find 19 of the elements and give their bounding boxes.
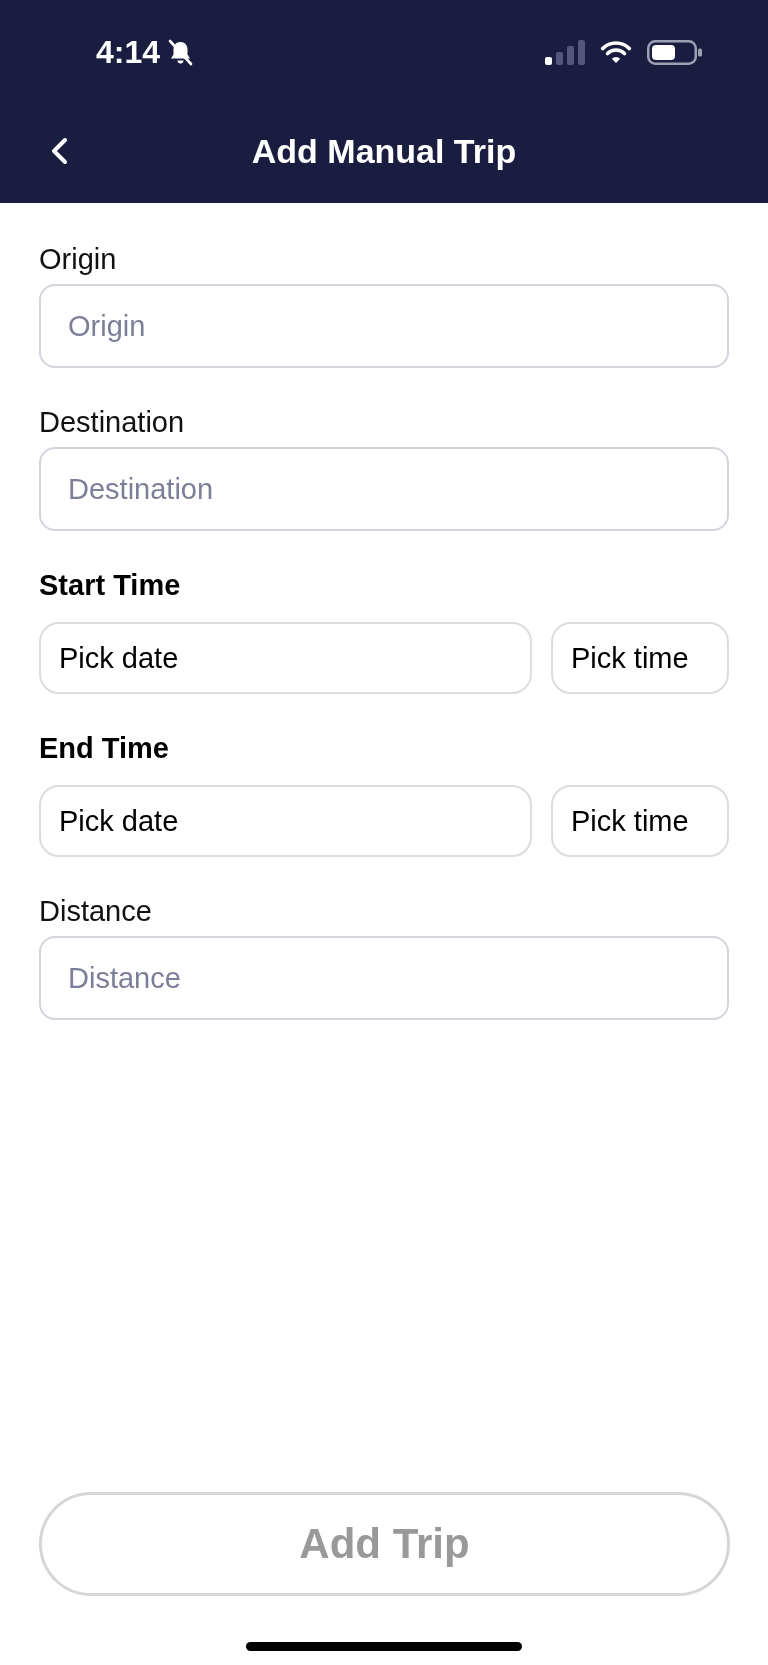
time-picker[interactable]: Pick time (551, 622, 729, 694)
input-field[interactable]: Destination (39, 447, 729, 531)
back-icon[interactable] (49, 137, 69, 165)
date-picker[interactable]: Pick date (39, 622, 532, 694)
status-time: 4:14 (96, 34, 161, 70)
date-picker[interactable]: Pick date (39, 785, 532, 857)
wifi-icon (599, 40, 633, 64)
battery-icon (647, 39, 702, 65)
field-label: Destination (39, 405, 185, 439)
field-label: Start Time (39, 568, 181, 602)
screen-title: Add Manual Trip (251, 131, 517, 171)
input-field[interactable]: Distance (39, 936, 729, 1020)
input-field[interactable]: Origin (39, 284, 729, 368)
signal-icon (545, 39, 585, 65)
time-picker[interactable]: Pick time (551, 785, 729, 857)
field-label: Origin (39, 242, 117, 276)
field-label: End Time (39, 731, 169, 765)
field-label: Distance (39, 894, 152, 928)
muted-bell-icon (167, 38, 195, 66)
